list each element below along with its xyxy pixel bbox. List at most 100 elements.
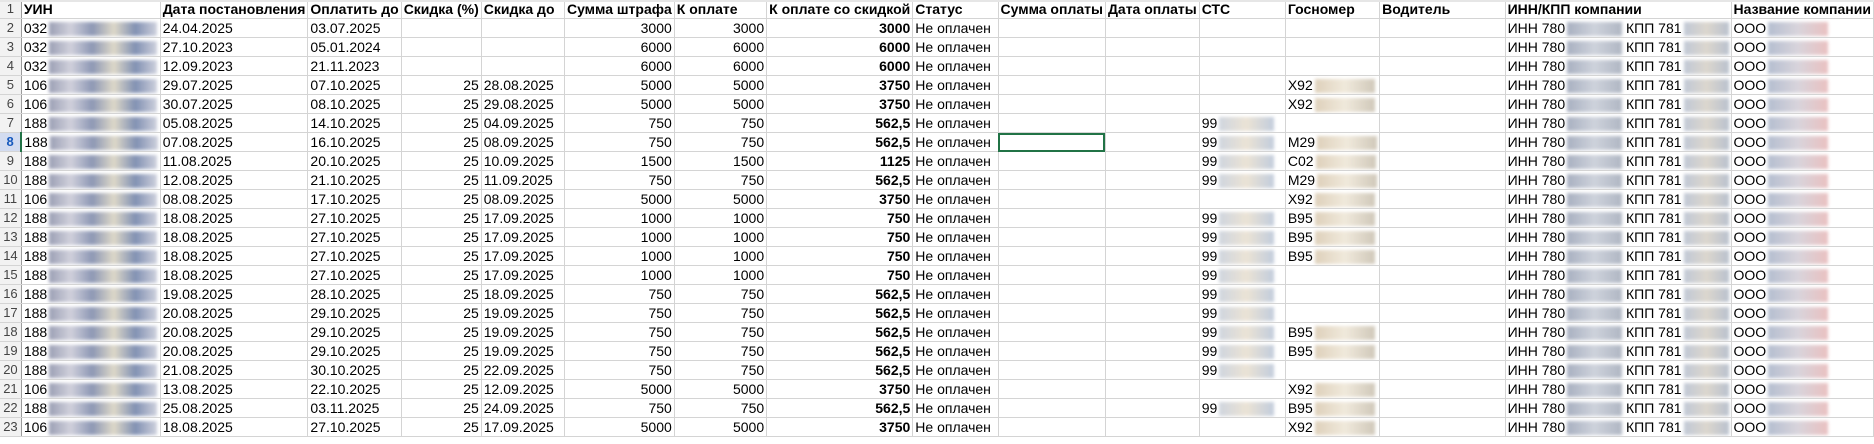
cell-inn-kpp[interactable]: ИНН 780 КПП 781 [1505, 284, 1732, 304]
cell-payment-date[interactable] [1105, 284, 1200, 304]
cell-discount[interactable]: 25 [401, 379, 482, 399]
cell-driver[interactable] [1379, 170, 1506, 190]
cell-discount-until[interactable]: 17.09.2025 [481, 246, 565, 266]
cell-to-pay[interactable]: 750 [674, 284, 768, 304]
cell-sts[interactable]: 99 [1199, 341, 1286, 361]
cell-pay-by[interactable]: 27.10.2025 [307, 265, 402, 285]
row-header[interactable]: 6 [0, 94, 22, 114]
cell-discount-until[interactable]: 19.09.2025 [481, 322, 565, 342]
cell-status[interactable]: Не оплачен [912, 417, 999, 437]
cell-payment-date[interactable] [1105, 265, 1200, 285]
cell-pay-by[interactable]: 07.10.2025 [307, 75, 402, 95]
cell-to-pay[interactable]: 5000 [674, 94, 768, 114]
cell-discount-until[interactable]: 22.09.2025 [481, 360, 565, 380]
cell-status[interactable]: Не оплачен [912, 379, 999, 399]
cell-discount-until[interactable]: 17.09.2025 [481, 265, 565, 285]
cell-fine[interactable]: 750 [564, 284, 675, 304]
cell-pay-by[interactable]: 29.10.2025 [307, 303, 402, 323]
cell-to-pay[interactable]: 750 [674, 303, 768, 323]
cell-driver[interactable] [1379, 379, 1506, 399]
column-header-16[interactable]: Название компании [1731, 0, 1874, 19]
cell-discount[interactable]: 25 [401, 360, 482, 380]
cell-inn-kpp[interactable]: ИНН 780 КПП 781 [1505, 132, 1732, 152]
cell-to-pay-discount[interactable]: 3750 [766, 189, 914, 209]
cell-to-pay-discount[interactable]: 3000 [766, 18, 914, 38]
cell-status[interactable]: Не оплачен [912, 113, 999, 133]
cell-date[interactable]: 11.08.2025 [160, 151, 309, 171]
cell-date[interactable]: 12.08.2025 [160, 170, 309, 190]
cell-uin[interactable]: 188 [21, 322, 161, 342]
cell-plate[interactable]: X92 [1285, 189, 1381, 209]
cell-payment-date[interactable] [1105, 151, 1200, 171]
cell-discount-until[interactable]: 29.08.2025 [481, 94, 565, 114]
cell-to-pay[interactable]: 5000 [674, 189, 768, 209]
cell-sts[interactable]: 99 [1199, 284, 1286, 304]
cell-date[interactable]: 24.04.2025 [160, 18, 309, 38]
cell-payment-sum[interactable] [998, 132, 1106, 152]
cell-sts[interactable]: 99 [1199, 113, 1286, 133]
cell-to-pay-discount[interactable]: 750 [766, 246, 914, 266]
column-header-9[interactable]: Статус [912, 0, 999, 19]
cell-plate[interactable]: B95 [1285, 398, 1381, 418]
cell-date[interactable]: 18.08.2025 [160, 227, 309, 247]
cell-discount[interactable]: 25 [401, 208, 482, 228]
cell-discount[interactable]: 25 [401, 189, 482, 209]
cell-plate[interactable] [1285, 360, 1381, 380]
cell-inn-kpp[interactable]: ИНН 780 КПП 781 [1505, 170, 1732, 190]
cell-fine[interactable]: 750 [564, 341, 675, 361]
cell-date[interactable]: 20.08.2025 [160, 303, 309, 323]
cell-discount[interactable]: 25 [401, 132, 482, 152]
cell-fine[interactable]: 1000 [564, 265, 675, 285]
row-header[interactable]: 18 [0, 322, 22, 342]
cell-status[interactable]: Не оплачен [912, 265, 999, 285]
cell-payment-date[interactable] [1105, 360, 1200, 380]
cell-plate[interactable] [1285, 37, 1381, 57]
cell-pay-by[interactable]: 17.10.2025 [307, 189, 402, 209]
cell-payment-date[interactable] [1105, 170, 1200, 190]
cell-payment-date[interactable] [1105, 398, 1200, 418]
cell-plate[interactable]: X92 [1285, 75, 1381, 95]
cell-status[interactable]: Не оплачен [912, 227, 999, 247]
cell-date[interactable]: 18.08.2025 [160, 265, 309, 285]
cell-date[interactable]: 18.08.2025 [160, 246, 309, 266]
cell-driver[interactable] [1379, 56, 1506, 76]
cell-to-pay-discount[interactable]: 750 [766, 265, 914, 285]
cell-discount-until[interactable]: 17.09.2025 [481, 227, 565, 247]
cell-to-pay-discount[interactable]: 3750 [766, 379, 914, 399]
cell-company[interactable]: ООО [1731, 132, 1874, 152]
cell-uin[interactable]: 106 [21, 94, 161, 114]
column-header-11[interactable]: Дата оплаты [1105, 0, 1200, 19]
column-header-7[interactable]: К оплате [674, 0, 768, 19]
column-header-1[interactable]: УИН [21, 0, 161, 19]
cell-sts[interactable]: 99 [1199, 208, 1286, 228]
cell-discount-until[interactable]: 17.09.2025 [481, 208, 565, 228]
cell-pay-by[interactable]: 27.10.2025 [307, 246, 402, 266]
cell-discount-until[interactable]: 12.09.2025 [481, 379, 565, 399]
cell-pay-by[interactable]: 28.10.2025 [307, 284, 402, 304]
cell-to-pay-discount[interactable]: 562,5 [766, 398, 914, 418]
cell-to-pay-discount[interactable]: 562,5 [766, 360, 914, 380]
cell-uin[interactable]: 032 [21, 56, 161, 76]
cell-uin[interactable]: 188 [21, 265, 161, 285]
cell-discount[interactable] [401, 56, 482, 76]
cell-date[interactable]: 21.08.2025 [160, 360, 309, 380]
cell-discount-until[interactable]: 19.09.2025 [481, 341, 565, 361]
cell-discount[interactable]: 25 [401, 246, 482, 266]
cell-inn-kpp[interactable]: ИНН 780 КПП 781 [1505, 113, 1732, 133]
cell-payment-sum[interactable] [998, 398, 1106, 418]
cell-payment-date[interactable] [1105, 18, 1200, 38]
cell-discount-until[interactable] [481, 56, 565, 76]
row-header[interactable]: 15 [0, 265, 22, 285]
column-header-5[interactable]: Скидка до [481, 0, 565, 19]
cell-discount[interactable]: 25 [401, 265, 482, 285]
column-header-12[interactable]: СТС [1199, 0, 1286, 19]
cell-fine[interactable]: 3000 [564, 18, 675, 38]
cell-fine[interactable]: 750 [564, 132, 675, 152]
cell-payment-date[interactable] [1105, 113, 1200, 133]
cell-to-pay[interactable]: 750 [674, 113, 768, 133]
column-header-8[interactable]: К оплате со скидкой [766, 0, 914, 19]
row-header[interactable]: 23 [0, 417, 22, 437]
cell-plate[interactable]: X92 [1285, 379, 1381, 399]
cell-company[interactable]: ООО [1731, 398, 1874, 418]
cell-driver[interactable] [1379, 246, 1506, 266]
